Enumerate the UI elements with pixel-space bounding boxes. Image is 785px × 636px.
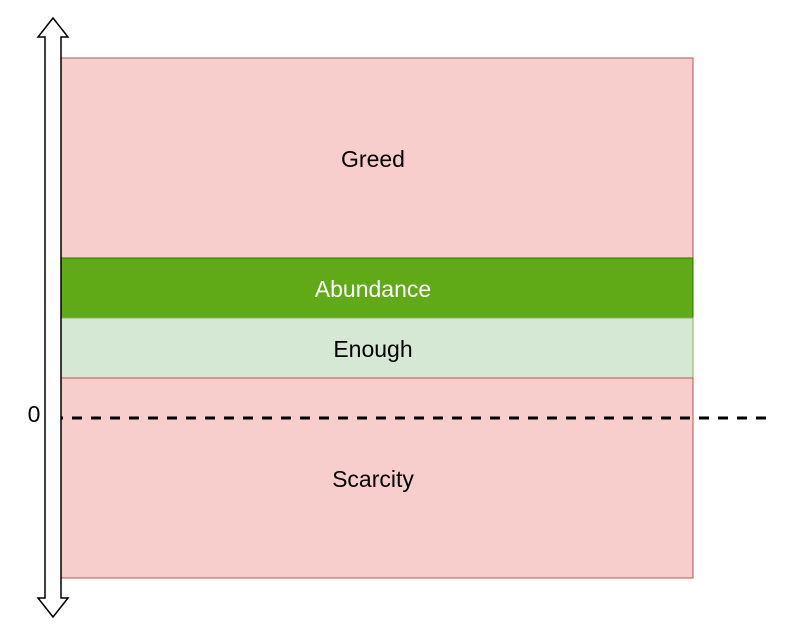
zero-label: 0 [28, 401, 41, 427]
band-abundance: Abundance [52, 257, 694, 319]
band-greed: Greed [52, 57, 694, 259]
diagram-canvas: Greed Abundance Enough Scarcity 0 [28, 16, 770, 619]
band-scarcity: Scarcity [52, 377, 694, 579]
band-greed-label: Greed [341, 146, 405, 172]
band-abundance-label: Abundance [315, 276, 431, 302]
band-enough-label: Enough [333, 336, 412, 362]
band-enough: Enough [52, 317, 694, 379]
band-scarcity-label: Scarcity [332, 466, 414, 492]
